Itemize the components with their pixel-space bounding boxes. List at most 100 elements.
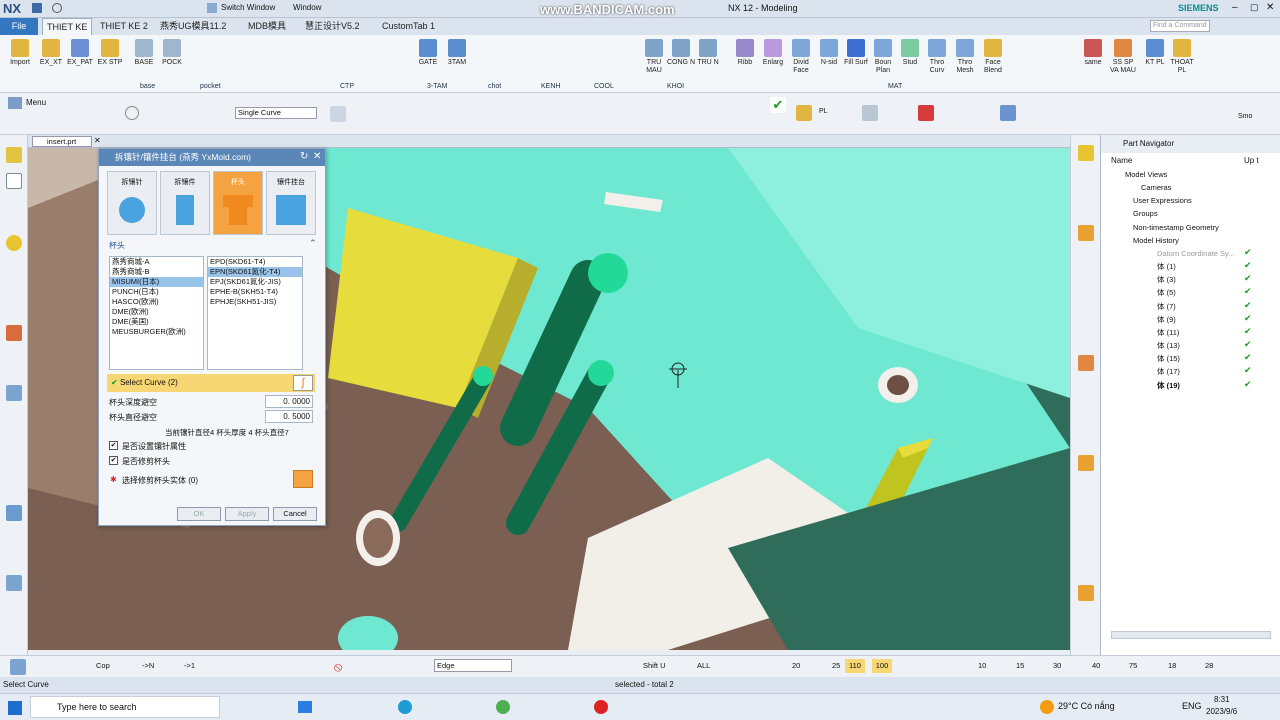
ex-pat-button[interactable]: EX_PAT (66, 39, 94, 67)
clock-time[interactable]: 8:31 (1214, 695, 1230, 704)
circle-icon[interactable] (125, 106, 139, 120)
cong-n-button[interactable]: CONG N (667, 39, 695, 67)
menu-icon[interactable] (8, 97, 22, 109)
part-item[interactable]: EPJ(SKD61氮化-JIS) (208, 277, 302, 287)
import-button[interactable]: Import (6, 39, 34, 67)
select-curve-row[interactable]: ✔ Select Curve (2) (107, 374, 315, 392)
fill-surface-button[interactable]: Fill Surf (842, 39, 870, 67)
layer-icon[interactable] (1078, 145, 1094, 161)
tab-thiet-ke[interactable]: THIET KE (42, 18, 93, 35)
dialog-close-icon[interactable]: ✕ (313, 151, 321, 162)
trim-cup-checkbox[interactable]: ✔ (109, 456, 118, 465)
tab-custom[interactable]: CustomTab 1 (378, 18, 439, 35)
bounded-plane-button[interactable]: Boun Plan (869, 39, 897, 75)
tab-insert-prt[interactable]: insert.prt (32, 136, 92, 147)
image-icon[interactable] (862, 105, 878, 121)
move-face-icon[interactable] (796, 105, 812, 121)
through-curves-button[interactable]: Thro Curv (923, 39, 951, 75)
part-item-selected[interactable]: EPN(SKD61氮化-T4) (208, 267, 302, 277)
up-to-date-column-header[interactable]: Up t (1244, 156, 1259, 165)
window-menu[interactable]: Window (293, 3, 321, 12)
reset-icon[interactable]: ↻ (300, 151, 308, 162)
shift-label[interactable]: Shift U (643, 661, 666, 670)
enlarge-button[interactable]: Enlarg (759, 39, 787, 67)
menu-button[interactable]: Menu (26, 98, 46, 107)
value-15[interactable]: 15 (1016, 661, 1024, 670)
vendor-item[interactable]: 燕秀商城-A (110, 257, 203, 267)
pock-button[interactable]: POCK (158, 39, 186, 67)
nav-item-user-expressions[interactable]: User Expressions (1133, 194, 1192, 207)
select-body-icon[interactable] (293, 470, 313, 488)
all-label[interactable]: ALL (697, 661, 710, 670)
taskbar-search[interactable]: Type here to search (30, 696, 220, 718)
vendor-item[interactable]: PUNCH(日本) (110, 287, 203, 297)
view-icon[interactable] (1078, 355, 1094, 371)
nav-item-non-timestamp[interactable]: Non-timestamp Geometry (1133, 221, 1219, 234)
section-view-icon[interactable] (1078, 455, 1094, 471)
face-blend-button[interactable]: Face Blend (979, 39, 1007, 75)
vendor-item[interactable]: DME(欧洲) (110, 307, 203, 317)
close-tab-icon[interactable]: ✕ (94, 136, 101, 145)
nav-item-body[interactable]: 体 (11) (1157, 326, 1179, 339)
language-indicator[interactable]: ENG (1182, 701, 1202, 711)
record-icon[interactable] (594, 700, 608, 714)
nav-item-datum[interactable]: Datum Coordinate Sy... (1157, 247, 1234, 260)
cancel-button[interactable]: Cancel (273, 507, 317, 521)
command-search-input[interactable]: Find a Command (1150, 20, 1210, 32)
tab-thiet-ke-2[interactable]: THIET KE 2 (96, 18, 152, 35)
part-item[interactable]: EPHE-B(SKH51-T4) (208, 287, 302, 297)
tru-n-button[interactable]: TRU N (694, 39, 722, 67)
ribb-button[interactable]: Ribb (731, 39, 759, 67)
close-icon[interactable]: ✕ (1266, 2, 1274, 13)
thoat-pl-button[interactable]: THOAT PL (1168, 39, 1196, 75)
nav-item-body[interactable]: 体 (9) (1157, 313, 1176, 326)
divide-face-button[interactable]: Divid Face (787, 39, 815, 75)
3tam-button[interactable]: 3TAM (443, 39, 471, 67)
tab-mdb[interactable]: MDB模具 (244, 18, 290, 35)
undo-icon[interactable] (52, 3, 62, 13)
value-100[interactable]: 100 (872, 659, 892, 673)
check-icon[interactable]: ✔ (770, 97, 786, 113)
ex-xt-button[interactable]: EX_XT (37, 39, 65, 67)
red-cube-icon[interactable] (918, 105, 934, 121)
cop-label[interactable]: Cop (96, 661, 110, 670)
value-110[interactable]: 110 (845, 659, 865, 673)
weather-text[interactable]: 29°C Có nắng (1058, 701, 1115, 711)
sketch-icon[interactable] (10, 659, 26, 675)
tab-yanxiu[interactable]: 燕秀UG模具11.2 (156, 18, 230, 35)
palette-icon[interactable] (6, 325, 22, 341)
type-insert-block[interactable]: 拆镶件 (160, 171, 210, 235)
part-list[interactable]: EPD(SKD61-T4) EPN(SKD61氮化-T4) EPJ(SKD61氮… (207, 256, 303, 370)
horizontal-scrollbar[interactable] (1111, 631, 1271, 639)
type-insert-hanger[interactable]: 镶件挂台 (266, 171, 316, 235)
mail-icon[interactable] (298, 701, 312, 713)
apply-button[interactable]: Apply (225, 507, 269, 521)
part-item[interactable]: EPD(SKD61-T4) (208, 257, 302, 267)
save-icon[interactable] (32, 3, 42, 13)
same-button[interactable]: same (1079, 39, 1107, 67)
collapse-icon[interactable]: ⌃ (309, 238, 317, 249)
type-cup-head[interactable]: 杯头 (213, 171, 263, 235)
value-18[interactable]: 18 (1168, 661, 1176, 670)
edge-browser-icon[interactable] (398, 700, 412, 714)
section-icon[interactable] (6, 575, 22, 591)
nav-item-groups[interactable]: Groups (1133, 207, 1158, 220)
cylinder-icon[interactable] (1000, 105, 1016, 121)
kt-pl-button[interactable]: KT PL (1141, 39, 1169, 67)
diameter-input[interactable]: 0. 5000 (265, 410, 313, 423)
switch-window-icon[interactable] (207, 3, 217, 13)
vendor-item[interactable]: DME(美国) (110, 317, 203, 327)
nav-item-body[interactable]: 体 (7) (1157, 300, 1176, 313)
folder-icon[interactable] (6, 147, 22, 163)
maximize-icon[interactable]: ▢ (1250, 2, 1259, 13)
nav-item-model-views[interactable]: Model Views (1125, 168, 1167, 181)
base-button[interactable]: BASE (130, 39, 158, 67)
nav-item-cameras[interactable]: Cameras (1141, 181, 1171, 194)
fit-icon[interactable] (1078, 585, 1094, 601)
ok-button[interactable]: OK (177, 507, 221, 521)
stud-button[interactable]: Stud (896, 39, 924, 67)
gate-button[interactable]: GATE (414, 39, 442, 67)
nav-item-body[interactable]: 体 (1) (1157, 260, 1176, 273)
value-75[interactable]: 75 (1129, 661, 1137, 670)
to-one-label[interactable]: ->1 (184, 661, 195, 670)
